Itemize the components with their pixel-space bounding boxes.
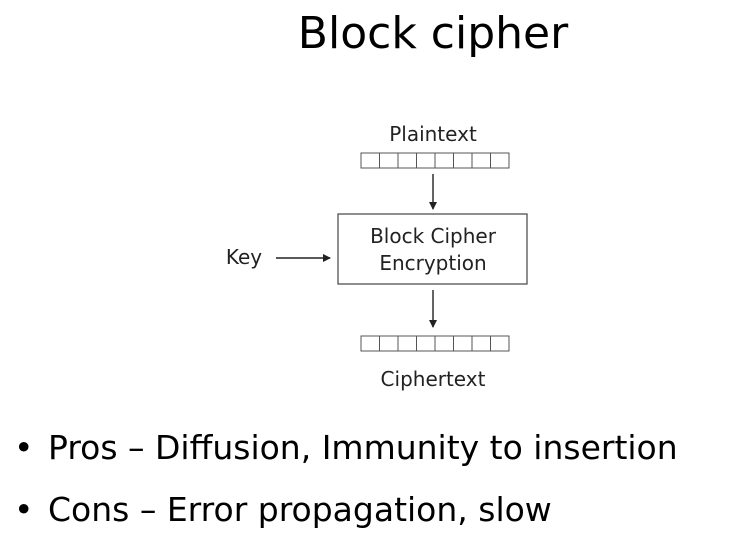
ciphertext-cell <box>360 335 380 352</box>
bullet-text: Pros – Diffusion, Immunity to insertion <box>48 428 678 467</box>
ciphertext-cell <box>434 335 454 352</box>
ciphertext-cell <box>471 335 491 352</box>
plaintext-cell <box>471 152 491 169</box>
bullet-marker: • <box>14 490 34 529</box>
ciphertext-label: Ciphertext <box>381 367 486 391</box>
key-label: Key <box>226 245 262 269</box>
plaintext-cell <box>379 152 399 169</box>
bullet-marker: • <box>14 428 34 467</box>
block-cipher-diagram: Plaintext Block Cipher Encryption Key Ci… <box>226 122 528 391</box>
bullet-pros: • Pros – Diffusion, Immunity to insertio… <box>14 427 678 469</box>
plaintext-cell <box>360 152 380 169</box>
plaintext-cell <box>434 152 454 169</box>
ciphertext-cell <box>379 335 399 352</box>
bullet-cons: • Cons – Error propagation, slow <box>14 489 678 531</box>
plaintext-cell <box>490 152 510 169</box>
ciphertext-cell <box>416 335 436 352</box>
ciphertext-cell <box>397 335 417 352</box>
plaintext-cell <box>416 152 436 169</box>
bullet-list: • Pros – Diffusion, Immunity to insertio… <box>14 427 678 551</box>
cipher-box-line1: Block Cipher <box>370 224 497 248</box>
ciphertext-cell <box>453 335 473 352</box>
cipher-box-line2: Encryption <box>379 251 486 275</box>
plaintext-label: Plaintext <box>389 122 477 146</box>
plaintext-block <box>360 152 510 169</box>
plaintext-cell <box>453 152 473 169</box>
ciphertext-cell <box>490 335 510 352</box>
plaintext-cell <box>397 152 417 169</box>
ciphertext-block <box>360 335 510 352</box>
bullet-text: Cons – Error propagation, slow <box>48 490 552 529</box>
